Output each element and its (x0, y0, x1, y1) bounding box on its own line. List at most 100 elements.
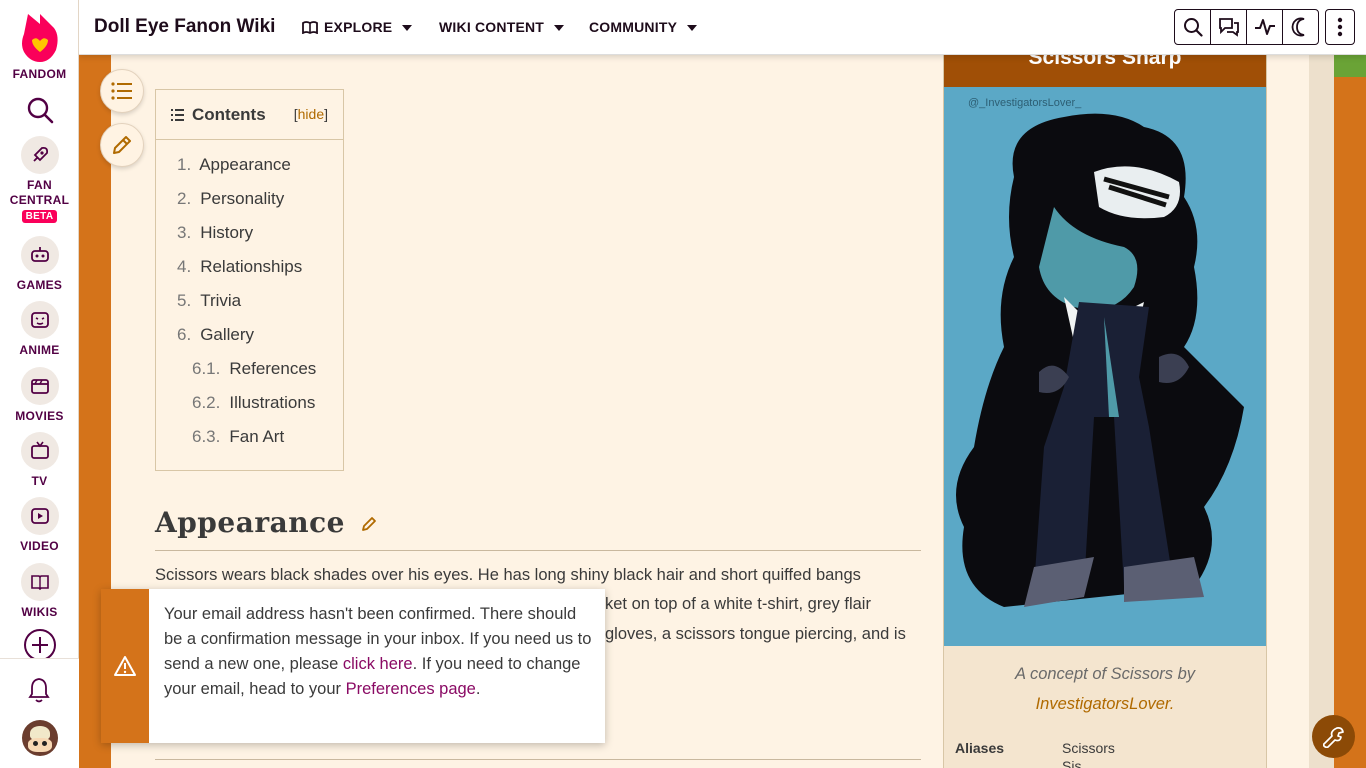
list-icon (111, 82, 132, 100)
wiki-tools (1174, 9, 1355, 45)
character-infobox: Scissors Sharp @_InvestigatorsLover_ A c… (943, 55, 1267, 768)
wiki-top-nav: Doll Eye Fanon Wiki EXPLORE WIKI CONTENT… (79, 0, 1366, 55)
nav-explore[interactable]: EXPLORE (302, 19, 413, 35)
activity-pulse-icon (1254, 19, 1275, 35)
paragraph-line: gloves, a scissors tongue piercing, and … (605, 625, 906, 643)
discussions-icon (1218, 18, 1239, 37)
toc-item[interactable]: 2. Personality (156, 182, 343, 216)
chevron-down-icon (402, 25, 413, 31)
video-play-icon (20, 497, 59, 535)
rail-tv[interactable]: TV (0, 432, 79, 489)
list-icon (171, 108, 184, 121)
infobox-title: Scissors Sharp (944, 55, 1266, 87)
aliases-value: Scissors (1062, 740, 1115, 756)
toc-header: Contents [hide] (156, 90, 343, 140)
rail-fan-central[interactable]: FAN CENTRAL BETA (0, 136, 79, 223)
character-image[interactable]: @_InvestigatorsLover_ (944, 87, 1266, 646)
toc-subitem[interactable]: 6.1. References (156, 352, 343, 386)
dark-mode-button[interactable] (1282, 9, 1319, 45)
infobox-row-aliases: Aliases Scissors Sis (955, 740, 1115, 768)
beta-badge: BETA (21, 210, 58, 223)
fandom-flame-icon (21, 14, 58, 62)
rail-video[interactable]: VIDEO (0, 497, 79, 554)
discussions-button[interactable] (1210, 9, 1247, 45)
bell-icon[interactable] (28, 677, 50, 708)
toc-item[interactable]: 1. Appearance (156, 148, 343, 182)
toc-title: Contents (192, 104, 266, 124)
toc-item[interactable]: 4. Relationships (156, 250, 343, 284)
pencil-icon (113, 136, 131, 154)
toc-list: 1. Appearance 2. Personality 3. History 4. R… (156, 140, 343, 454)
nav-wiki-content[interactable]: WIKI CONTENT (439, 19, 565, 35)
fandom-logo[interactable]: FANDOM (0, 10, 79, 82)
email-unconfirmed-notification: Your email address hasn't been confirmed… (101, 589, 605, 743)
rail-bottom (0, 658, 79, 768)
kebab-menu-icon (1337, 17, 1343, 37)
caption-author-link[interactable]: InvestigatorsLover. (1036, 695, 1175, 713)
section-heading-text: Appearance (155, 506, 345, 539)
table-of-contents: Contents [hide] 1. Appearance 2. Personali… (155, 89, 344, 471)
nav-community[interactable]: COMMUNITY (589, 19, 698, 35)
rocket-icon (20, 136, 59, 174)
fandom-global-nav: FANDOM FAN CENTRAL BETA GAMES ANIME MOVI… (0, 0, 79, 768)
chevron-down-icon (554, 25, 565, 31)
notification-icon-area (101, 589, 149, 743)
section-divider (155, 759, 921, 760)
edit-button[interactable] (100, 123, 144, 167)
paragraph-line: Scissors wears black shades over his eye… (155, 566, 861, 584)
warning-icon (114, 656, 136, 676)
wrench-icon (1322, 726, 1344, 748)
aliases-value: Sis (1062, 758, 1082, 768)
anime-face-icon (20, 301, 59, 339)
more-options-button[interactable] (1325, 9, 1355, 45)
toc-subitem[interactable]: 6.2. Illustrations (156, 386, 343, 420)
rail-movies[interactable]: MOVIES (0, 367, 79, 424)
section-heading-appearance: Appearance (155, 506, 377, 539)
nav-community-label: COMMUNITY (589, 19, 678, 35)
background-decoration (1334, 55, 1366, 768)
explore-map-icon (302, 21, 318, 34)
toc-subitem[interactable]: 6.3. Fan Art (156, 420, 343, 454)
search-button[interactable] (1174, 9, 1211, 45)
wiki-title[interactable]: Doll Eye Fanon Wiki (94, 16, 275, 38)
toc-item[interactable]: 6. Gallery (156, 318, 343, 352)
movies-label: MOVIES (15, 409, 64, 423)
plus-circle-icon (23, 629, 56, 661)
rail-search[interactable] (0, 96, 79, 127)
moon-icon (1291, 17, 1304, 37)
rail-wikis[interactable]: WIKIS (0, 563, 79, 620)
notification-text: Your email address hasn't been confirmed… (164, 605, 592, 698)
tv-label: TV (31, 474, 48, 488)
book-icon (20, 563, 59, 601)
fan-central-label: FAN CENTRAL (9, 178, 70, 207)
rail-games[interactable]: GAMES (0, 236, 79, 293)
nav-wiki-content-label: WIKI CONTENT (439, 19, 545, 35)
click-here-link[interactable]: click here (343, 655, 413, 673)
page-right-margin (1309, 55, 1334, 768)
recent-changes-button[interactable] (1246, 9, 1283, 45)
image-watermark: @_InvestigatorsLover_ (968, 97, 1082, 109)
toc-hide-link[interactable]: hide (298, 106, 324, 122)
chevron-down-icon (687, 25, 698, 31)
preferences-link[interactable]: Preferences page (346, 680, 476, 698)
gamepad-icon (20, 236, 59, 274)
aliases-label: Aliases (955, 740, 1005, 756)
games-label: GAMES (16, 278, 63, 292)
nav-explore-label: EXPLORE (324, 19, 393, 35)
edit-section-icon[interactable] (361, 516, 377, 532)
rail-anime[interactable]: ANIME (0, 301, 79, 358)
toc-item[interactable]: 3. History (156, 216, 343, 250)
search-icon (27, 97, 53, 124)
toc-item[interactable]: 5. Trivia (156, 284, 343, 318)
anime-label: ANIME (19, 343, 60, 357)
search-icon (1183, 18, 1203, 37)
paragraph-line: ket on top of a white t-shirt, grey flai… (605, 595, 871, 613)
toc-hide-toggle[interactable]: [hide] (294, 106, 328, 122)
toc-toggle-button[interactable] (100, 69, 144, 113)
global-tools-button[interactable] (1312, 715, 1355, 758)
tv-icon (20, 432, 59, 470)
fandom-label: FANDOM (12, 67, 67, 81)
character-illustration (956, 113, 1244, 608)
section-divider (155, 550, 921, 551)
avatar[interactable] (22, 720, 58, 756)
